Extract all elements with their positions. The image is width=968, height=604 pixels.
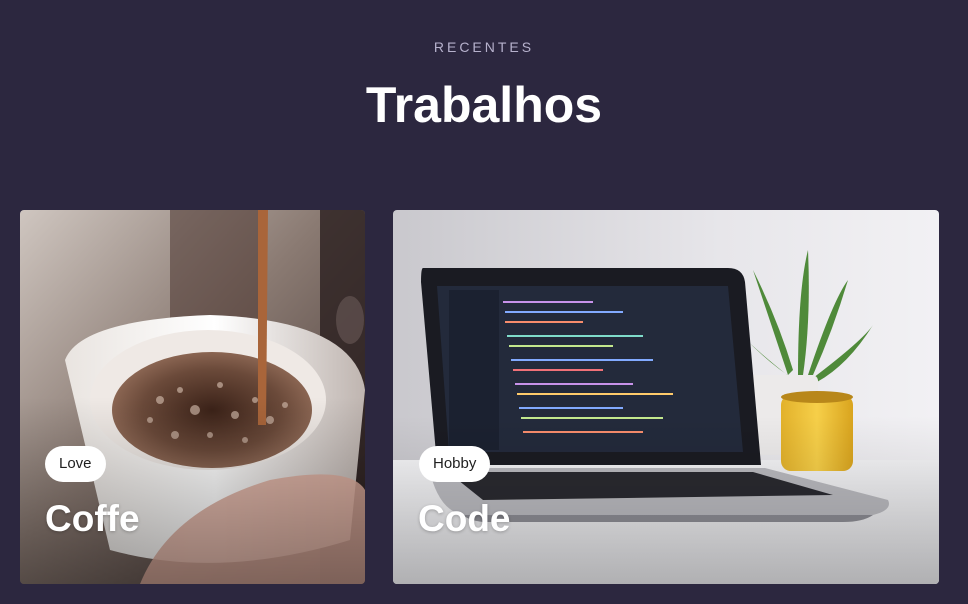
card-tag: Love [45,446,106,482]
section-eyebrow: RECENTES [433,39,535,55]
section-title: Trabalhos [365,77,603,133]
card-title: Coffe [45,498,140,539]
works-section: RECENTES Trabalhos Love Coffe Hobby Code [0,0,968,604]
card-tag: Hobby [419,446,491,482]
work-card-code[interactable]: Hobby Code [393,210,939,584]
work-card-coffee[interactable]: Love Coffe [20,210,365,584]
card-title: Code [418,498,511,539]
